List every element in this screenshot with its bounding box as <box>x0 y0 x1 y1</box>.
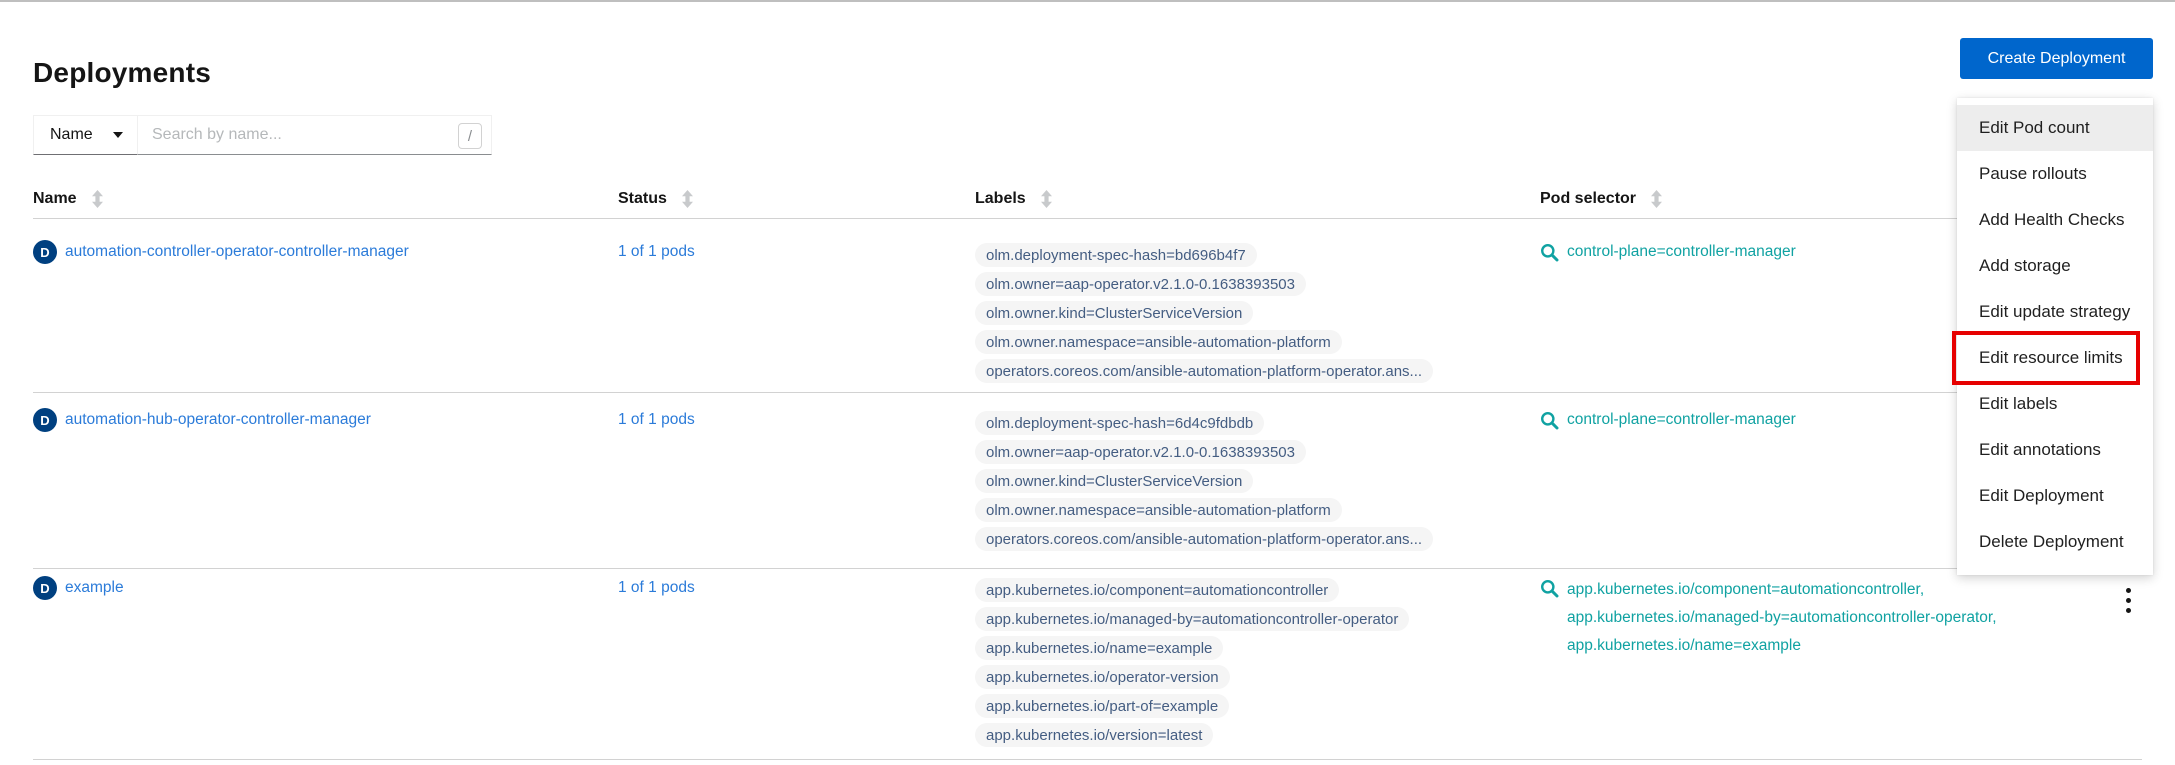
magnifier-icon <box>1540 579 1559 660</box>
name-cell: Dexample <box>33 568 124 600</box>
menu-item-add-health-checks[interactable]: Add Health Checks <box>1957 197 2153 243</box>
labels-cell: olm.deployment-spec-hash=bd696b4f7 olm.ow… <box>975 218 1433 383</box>
label-pill: app.kubernetes.io/name=example <box>975 636 1223 660</box>
column-header-label: Pod selector <box>1540 190 1636 208</box>
pod-selector-cell: app.kubernetes.io/component=automationco… <box>1540 568 2140 660</box>
table-row: Dexample 1 of 1 pods app.kubernetes.io/com… <box>33 568 2142 760</box>
status-cell: 1 of 1 pods <box>618 568 695 600</box>
column-header-name[interactable]: Name <box>33 190 104 208</box>
top-divider <box>0 0 2175 2</box>
menu-item-pause-rollouts[interactable]: Pause rollouts <box>1957 151 2153 197</box>
menu-item-add-storage[interactable]: Add storage <box>1957 243 2153 289</box>
deployment-link[interactable]: automation-hub-operator-controller-manag… <box>65 408 371 432</box>
status-cell: 1 of 1 pods <box>618 392 695 432</box>
menu-item-edit-deployment[interactable]: Edit Deployment <box>1957 473 2153 519</box>
menu-item-edit-annotations[interactable]: Edit annotations <box>1957 427 2153 473</box>
name-cell: Dautomation-controller-operator-controll… <box>33 218 409 264</box>
search-shortcut-badge: / <box>458 123 482 149</box>
label-pill: olm.owner=aap-operator.v2.1.0-0.16383935… <box>975 272 1306 296</box>
menu-item-edit-update-strategy[interactable]: Edit update strategy <box>1957 289 2153 335</box>
pod-selector-link[interactable]: app.kubernetes.io/component=automationco… <box>1567 576 1997 604</box>
label-pill: app.kubernetes.io/operator-version <box>975 665 1230 689</box>
column-header-status[interactable]: Status <box>618 190 694 208</box>
pod-selector-link[interactable]: control-plane=controller-manager <box>1567 408 1796 432</box>
pods-status-link[interactable]: 1 of 1 pods <box>618 411 695 428</box>
deployment-link[interactable]: example <box>65 576 124 600</box>
kebab-icon[interactable] <box>2122 584 2135 617</box>
label-pill: olm.owner.kind=ClusterServiceVersion <box>975 301 1253 325</box>
pod-selector-link[interactable]: app.kubernetes.io/managed-by=automationc… <box>1567 604 1997 632</box>
label-pill: operators.coreos.com/ansible-automation-… <box>975 359 1433 383</box>
deployment-actions-menu: Edit Pod countPause rolloutsAdd Health C… <box>1957 98 2153 575</box>
filter-toolbar: Name / <box>33 115 492 155</box>
label-pill: app.kubernetes.io/part-of=example <box>975 694 1229 718</box>
label-pill: app.kubernetes.io/managed-by=automationc… <box>975 607 1409 631</box>
page-title: Deployments <box>33 57 211 89</box>
label-pill: operators.coreos.com/ansible-automation-… <box>975 527 1433 551</box>
table-row: Dautomation-controller-operator-controll… <box>33 218 2142 393</box>
pods-status-link[interactable]: 1 of 1 pods <box>618 579 695 596</box>
column-header-labels[interactable]: Labels <box>975 190 1053 208</box>
label-pill: olm.owner.namespace=ansible-automation-p… <box>975 498 1342 522</box>
search-field-wrap: / <box>138 115 492 155</box>
label-pill: olm.owner.namespace=ansible-automation-p… <box>975 330 1342 354</box>
label-pill: app.kubernetes.io/component=automationco… <box>975 578 1339 602</box>
column-header-label: Name <box>33 190 77 208</box>
caret-down-icon <box>113 132 123 138</box>
column-header-label: Labels <box>975 190 1026 208</box>
pod-selector-link[interactable]: control-plane=controller-manager <box>1567 240 1796 264</box>
column-header-pod-selector[interactable]: Pod selector <box>1540 190 1663 208</box>
table-row: Dautomation-hub-operator-controller-mana… <box>33 392 2142 569</box>
magnifier-icon <box>1540 243 1559 267</box>
menu-item-delete-deployment[interactable]: Delete Deployment <box>1957 519 2153 565</box>
label-pill: olm.owner=aap-operator.v2.1.0-0.16383935… <box>975 440 1306 464</box>
label-pill: olm.owner.kind=ClusterServiceVersion <box>975 469 1253 493</box>
table-header: Name Status Labels Pod selector <box>33 190 2142 219</box>
status-cell: 1 of 1 pods <box>618 218 695 264</box>
deployment-link[interactable]: automation-controller-operator-controlle… <box>65 240 409 264</box>
deployment-badge: D <box>33 408 57 432</box>
sort-both-icon[interactable] <box>681 190 694 208</box>
create-deployment-button[interactable]: Create Deployment <box>1960 38 2153 79</box>
label-pill: app.kubernetes.io/version=latest <box>975 723 1213 747</box>
sort-both-icon[interactable] <box>91 190 104 208</box>
magnifier-icon <box>1540 411 1559 435</box>
sort-both-icon[interactable] <box>1040 190 1053 208</box>
labels-cell: olm.deployment-spec-hash=6d4c9fdbdb olm.o… <box>975 392 1433 551</box>
label-pill: olm.deployment-spec-hash=6d4c9fdbdb <box>975 411 1264 435</box>
pod-selector-link[interactable]: app.kubernetes.io/name=example <box>1567 632 1997 660</box>
pods-status-link[interactable]: 1 of 1 pods <box>618 243 695 260</box>
labels-cell: app.kubernetes.io/component=automationco… <box>975 568 1409 747</box>
sort-both-icon[interactable] <box>1650 190 1663 208</box>
menu-item-edit-pod-count[interactable]: Edit Pod count <box>1957 105 2153 151</box>
name-cell: Dautomation-hub-operator-controller-mana… <box>33 392 371 432</box>
search-input[interactable] <box>138 115 492 155</box>
filter-type-dropdown[interactable]: Name <box>33 115 138 155</box>
menu-item-edit-labels[interactable]: Edit labels <box>1957 381 2153 427</box>
menu-item-edit-resource-limits[interactable]: Edit resource limits <box>1957 335 2153 381</box>
column-header-label: Status <box>618 190 667 208</box>
deployment-badge: D <box>33 240 57 264</box>
deployments-page: Deployments Name / Create Deployment Nam… <box>0 0 2175 765</box>
filter-type-label: Name <box>50 126 93 144</box>
deployment-badge: D <box>33 576 57 600</box>
label-pill: olm.deployment-spec-hash=bd696b4f7 <box>975 243 1257 267</box>
